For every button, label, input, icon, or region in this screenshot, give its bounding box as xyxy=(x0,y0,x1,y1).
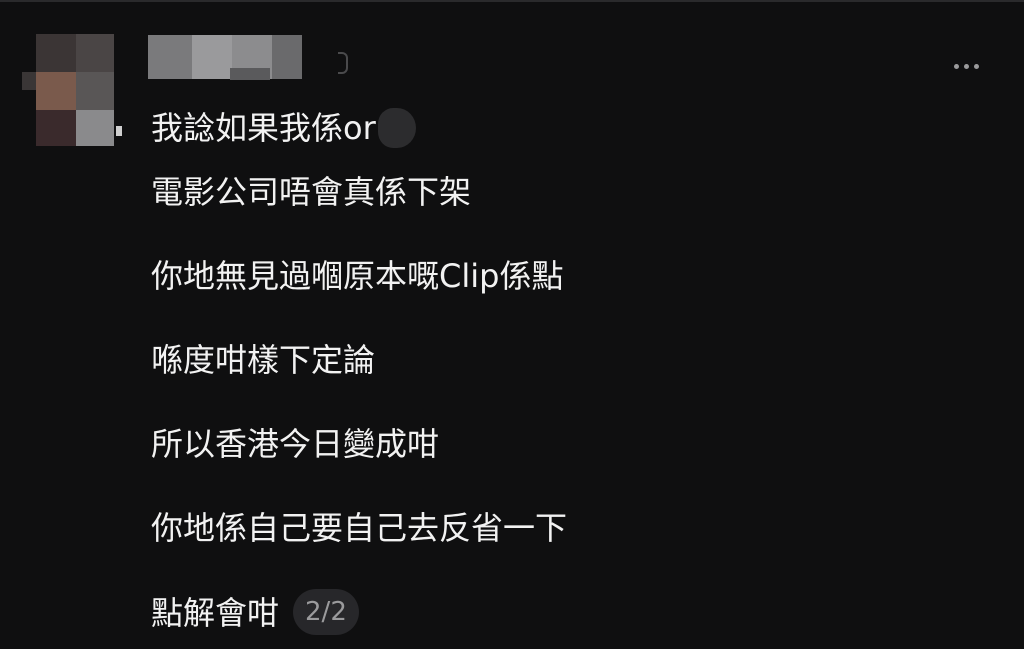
avatar-pixel xyxy=(76,110,114,146)
message-line: 點解會咁 2/2 xyxy=(151,589,971,635)
message-line: 你地係自己要自己去反省一下 xyxy=(151,509,568,547)
more-options-button[interactable] xyxy=(944,52,988,80)
redacted-text xyxy=(377,108,416,148)
username-pixel xyxy=(230,68,270,80)
message-line: 喺度咁樣下定論 xyxy=(151,341,376,379)
avatar-pixel xyxy=(36,72,76,110)
message-line: 我諗如果我係or xyxy=(151,108,971,148)
username-pixel xyxy=(192,35,232,79)
comment-card: 我諗如果我係or 電影公司唔會真係下架 你地無見過嗰原本嘅Clip係點 喺度咁樣… xyxy=(0,0,1024,649)
username[interactable] xyxy=(148,35,302,79)
message-line-text: 點解會咁 xyxy=(151,594,280,632)
avatar-pixel xyxy=(76,72,114,110)
message-line-text: 我諗如果我係or xyxy=(151,109,376,147)
reply-indicator xyxy=(116,126,122,136)
avatar-pixel xyxy=(76,34,114,72)
more-horizontal-icon xyxy=(953,63,959,69)
avatar[interactable] xyxy=(36,34,114,146)
message-line: 電影公司唔會真係下架 xyxy=(151,173,472,211)
message-line: 你地無見過嗰原本嘅Clip係點 xyxy=(151,257,564,295)
more-horizontal-icon xyxy=(973,63,979,69)
username-edge xyxy=(338,52,348,74)
username-pixel xyxy=(272,35,302,79)
avatar-pixel xyxy=(36,34,76,72)
more-horizontal-icon xyxy=(963,63,969,69)
avatar-pixel xyxy=(36,110,76,146)
message-line: 所以香港今日變成咁 xyxy=(151,425,440,463)
comment-text: 我諗如果我係or 電影公司唔會真係下架 你地無見過嗰原本嘅Clip係點 喺度咁樣… xyxy=(151,108,971,635)
page-indicator-badge[interactable]: 2/2 xyxy=(293,589,359,635)
username-pixel xyxy=(148,35,192,79)
